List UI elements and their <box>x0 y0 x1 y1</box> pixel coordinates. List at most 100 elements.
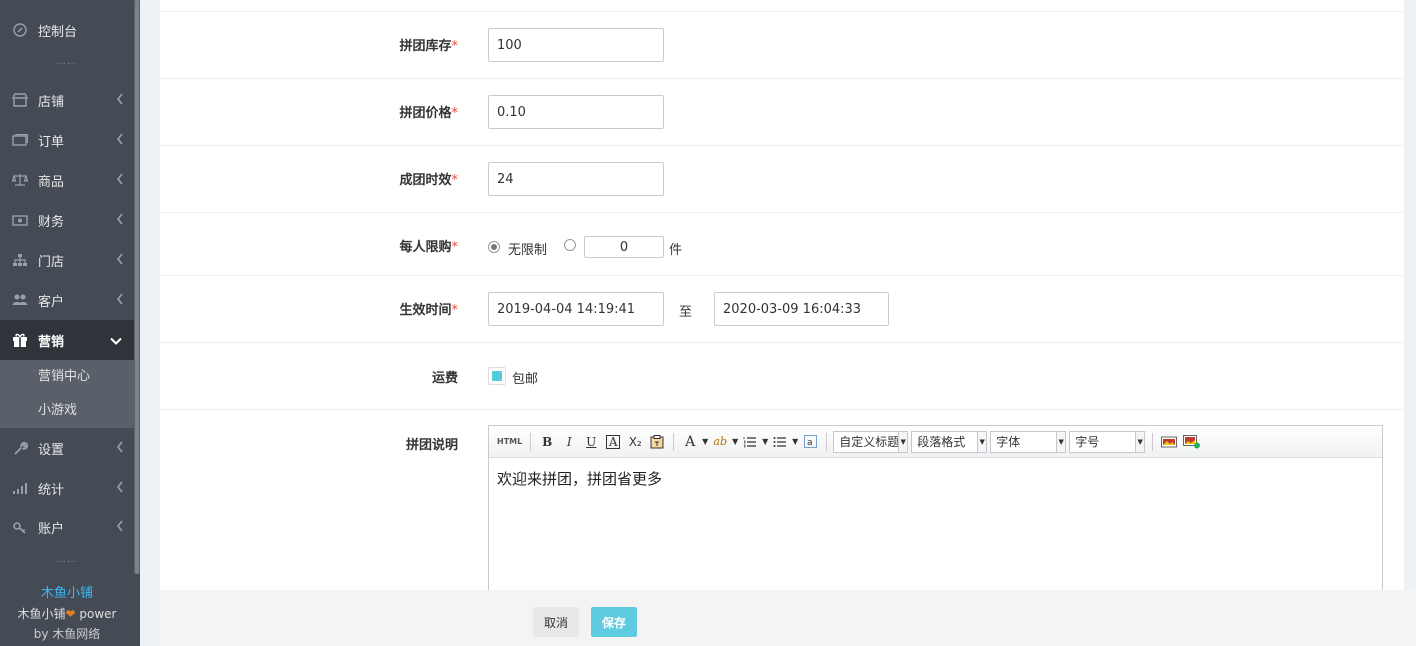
sidebar-item-stores[interactable]: 门店 <box>0 240 134 280</box>
sidebar-item-account[interactable]: 账户 <box>0 507 134 547</box>
brand-block: 木鱼小铺 木鱼小铺❤ power by 木鱼网络 <box>0 584 134 644</box>
toolbar-separator <box>673 432 675 451</box>
price-label: 拼团价格* <box>399 106 458 121</box>
limit-quantity-input[interactable]: 0 <box>584 236 664 258</box>
chevron-left-icon <box>116 253 124 265</box>
paragraph-format-select[interactable]: 段落格式 ▼ <box>911 430 988 453</box>
chevron-left-icon <box>116 213 124 225</box>
sidebar-item-marketing[interactable]: 营销 <box>0 320 134 360</box>
scrollbar-thumb[interactable] <box>135 0 139 574</box>
toolbar-separator <box>1152 432 1154 451</box>
description-label: 拼团说明 <box>405 438 458 453</box>
wrench-icon <box>12 440 28 456</box>
font-size-value: 字号 <box>1075 435 1100 449</box>
chevron-left-icon <box>116 520 124 532</box>
submenu-item-marketing-center[interactable]: 营销中心 <box>0 360 134 394</box>
start-time-input[interactable]: 2019-04-04 14:19:41 <box>488 292 664 326</box>
duration-input[interactable]: 24 <box>488 162 664 196</box>
sidebar-item-dashboard[interactable]: 控制台 <box>0 10 134 50</box>
chevron-left-icon <box>116 293 124 305</box>
chevron-down-icon[interactable]: ▼ <box>732 432 738 452</box>
sidebar-item-orders[interactable]: 订单 <box>0 120 134 160</box>
italic-button[interactable]: I <box>559 432 579 452</box>
subscript-button[interactable]: X₂ <box>625 432 645 452</box>
ordered-list-icon[interactable] <box>740 432 760 452</box>
stock-input[interactable]: 100 <box>488 28 664 62</box>
brand-name[interactable]: 木鱼小铺 <box>0 584 134 604</box>
sidebar-item-finance[interactable]: 财务 <box>0 200 134 240</box>
chevron-down-icon <box>110 334 122 345</box>
signal-bars-icon <box>12 480 28 496</box>
sidebar-divider-dots: …… <box>56 56 78 67</box>
brand-company[interactable]: 木鱼网络 <box>52 627 100 641</box>
form-row-stock: 拼团库存* 100 <box>160 12 1404 79</box>
chevron-down-icon: ▼ <box>1056 431 1066 452</box>
price-input[interactable]: 0.10 <box>488 95 664 129</box>
chevron-down-icon: ▼ <box>1135 431 1145 452</box>
form-footer: 取消 保存 <box>160 590 1416 646</box>
free-shipping-label[interactable]: 包邮 <box>512 368 538 387</box>
sidebar-item-settings[interactable]: 设置 <box>0 428 134 468</box>
font-size-select[interactable]: 字号 ▼ <box>1069 430 1146 453</box>
heart-icon: ❤ <box>65 607 76 621</box>
sidebar-item-statistics[interactable]: 统计 <box>0 468 134 508</box>
store-icon <box>12 92 28 108</box>
anchor-icon[interactable]: a <box>800 432 820 452</box>
stock-label: 拼团库存* <box>399 39 458 54</box>
sidebar-item-label: 店铺 <box>38 94 65 110</box>
free-shipping-checkbox[interactable] <box>488 367 506 385</box>
sidebar-item-label: 财务 <box>38 214 65 230</box>
sidebar-item-label: 商品 <box>38 174 65 190</box>
sidebar-item-label: 门店 <box>38 254 65 270</box>
radio-unlimited[interactable] <box>488 241 500 253</box>
sidebar-item-customers[interactable]: 客户 <box>0 280 134 320</box>
end-time-input[interactable]: 2020-03-09 16:04:33 <box>714 292 889 326</box>
key-icon <box>12 519 28 535</box>
chevron-left-icon <box>116 173 124 185</box>
chevron-left-icon <box>116 133 124 145</box>
chevron-down-icon: ▼ <box>898 431 908 452</box>
sidebar-divider-dots: …… <box>56 554 78 565</box>
chevron-down-icon[interactable]: ▼ <box>702 432 708 452</box>
multi-image-icon[interactable] <box>1181 432 1203 452</box>
group-buy-form: 拼团库存* 100 拼团价格* 0.10 成团时效* 24 每人限购* 无限制 … <box>160 0 1404 590</box>
brand-by-line: by 木鱼网络 <box>0 624 134 644</box>
font-border-button[interactable]: A <box>606 434 621 449</box>
cancel-button[interactable]: 取消 <box>533 607 580 637</box>
bold-button[interactable]: B <box>537 432 557 452</box>
image-icon[interactable] <box>1159 432 1179 452</box>
sidebar-scrollbar[interactable] <box>134 0 140 574</box>
form-row-shipping: 运费 包邮 <box>160 343 1404 410</box>
sidebar-item-products[interactable]: 商品 <box>0 160 134 200</box>
required-mark: * <box>451 303 459 318</box>
submenu-item-mini-games[interactable]: 小游戏 <box>0 394 134 428</box>
sidebar-item-label: 营销 <box>38 334 65 350</box>
save-button[interactable]: 保存 <box>591 607 638 637</box>
font-family-select[interactable]: 字体 ▼ <box>990 430 1067 453</box>
form-row-price: 拼团价格* 0.10 <box>160 79 1404 146</box>
underline-button[interactable]: U <box>581 432 601 452</box>
radio-limited[interactable] <box>564 239 576 251</box>
chevron-left-icon <box>116 441 124 453</box>
radio-unlimited-label[interactable]: 无限制 <box>508 239 547 258</box>
duration-label: 成团时效* <box>399 173 458 188</box>
html-source-button[interactable]: HTML <box>495 432 524 452</box>
form-row-duration: 成团时效* 24 <box>160 146 1404 213</box>
sidebar-item-store[interactable]: 店铺 <box>0 80 134 120</box>
marketing-submenu: 营销中心 小游戏 <box>0 360 134 428</box>
editor-toolbar: HTML B I U A X₂ A ▼ ab ▼ ▼ ▼ a 自定义标题 ▼ 段落… <box>489 426 1382 458</box>
brand-power-line: 木鱼小铺❤ power <box>0 604 134 624</box>
chevron-down-icon[interactable]: ▼ <box>792 432 798 452</box>
scale-icon <box>12 172 28 188</box>
unordered-list-icon[interactable] <box>770 432 790 452</box>
chevron-down-icon[interactable]: ▼ <box>762 432 768 452</box>
custom-title-select[interactable]: 自定义标题 ▼ <box>833 430 909 453</box>
editor-content[interactable]: 欢迎来拼团，拼团省更多 <box>489 458 1382 499</box>
chevron-left-icon <box>116 481 124 493</box>
paste-text-icon[interactable] <box>647 432 667 452</box>
highlight-button[interactable]: ab <box>710 432 730 452</box>
font-color-button[interactable]: A <box>680 432 700 452</box>
sitemap-icon <box>12 252 28 268</box>
gift-icon <box>12 332 28 348</box>
sidebar-item-label: 账户 <box>38 521 65 537</box>
